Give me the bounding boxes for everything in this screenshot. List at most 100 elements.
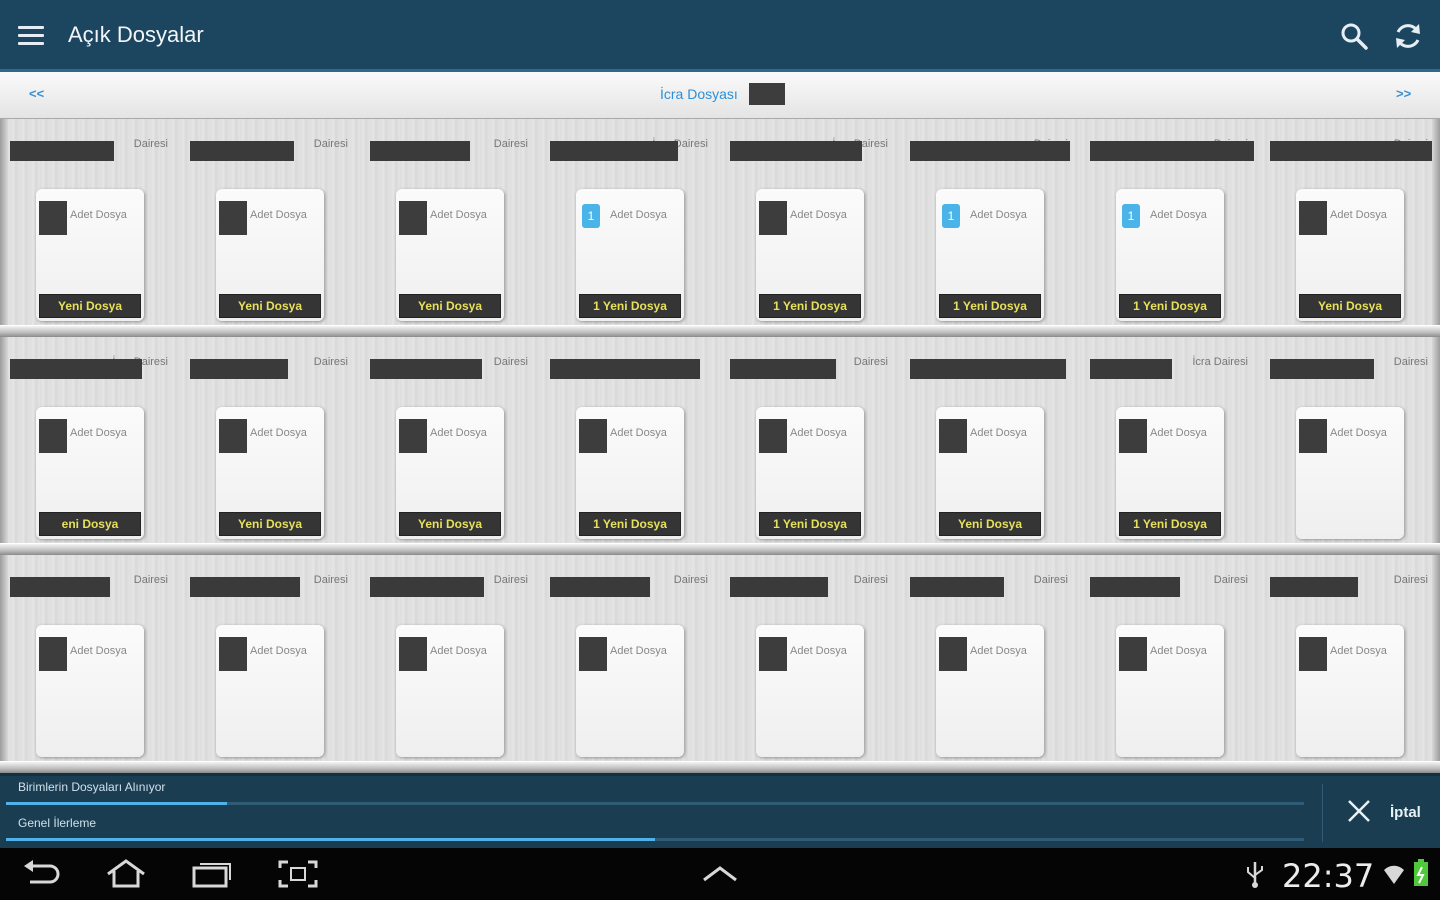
office-slot[interactable]: DairesiAdet DosyaYeni Dosya (1260, 119, 1440, 325)
folder-card[interactable]: Adet Dosya (1296, 625, 1404, 757)
chevron-up-icon[interactable] (698, 858, 742, 890)
refresh-icon[interactable] (1392, 20, 1424, 52)
previous-tab-button[interactable]: << (29, 86, 44, 101)
office-slot[interactable]: Dairesi Adet Dosya (1260, 337, 1440, 543)
folder-card[interactable]: Adet Dosya (36, 625, 144, 757)
battery-icon (1414, 859, 1428, 886)
screenshot-icon[interactable] (276, 858, 320, 890)
new-files-button[interactable]: 1 Yeni Dosya (1119, 294, 1221, 318)
office-slot[interactable]: Dairesi Adet Dosya (180, 555, 360, 761)
redacted-block (910, 141, 1070, 161)
office-slot[interactable]: DairesiAdet DosyaYeni Dosya (180, 119, 360, 325)
office-slot[interactable]: DairesiAdet DosyaYeni Dosya (0, 119, 180, 325)
office-slot[interactable]: Adet Dosya 1 Yeni Dosya (540, 337, 720, 543)
folder-card[interactable]: Adet Dosya Yeni Dosya (216, 189, 324, 321)
office-slot[interactable]: DairesiAdet DosyaYeni Dosya (180, 337, 360, 543)
new-files-button[interactable]: 1 Yeni Dosya (759, 294, 861, 318)
new-files-button[interactable]: 1 Yeni Dosya (759, 512, 861, 536)
redacted-block (910, 577, 1004, 597)
folder-card[interactable]: Adet Dosya (1296, 407, 1404, 539)
close-icon (1348, 800, 1370, 822)
folder-card[interactable]: Adet Dosya 1 Yeni Dosya (1116, 407, 1224, 539)
file-count-label: Adet Dosya (250, 209, 307, 221)
new-files-button[interactable]: eni Dosya (39, 512, 141, 536)
bookshelf: Dairesi Adet Dosya Yeni Dosya Dairesi Adet D… (0, 119, 1440, 773)
divider (1322, 784, 1323, 842)
new-files-button[interactable]: Yeni Dosya (219, 512, 321, 536)
cancel-button[interactable]: İptal (1340, 794, 1436, 830)
new-files-button[interactable]: Yeni Dosya (39, 294, 141, 318)
new-files-button[interactable]: Yeni Dosya (399, 294, 501, 318)
folder-card[interactable]: Adet Dosya Yeni Dosya (936, 407, 1044, 539)
new-files-button[interactable]: Yeni Dosya (399, 512, 501, 536)
new-files-button[interactable]: 1 Yeni Dosya (579, 294, 681, 318)
office-slot[interactable]: DairesiAdet DosyaYeni Dosya (360, 119, 540, 325)
new-files-button[interactable]: Yeni Dosya (939, 512, 1041, 536)
home-icon[interactable] (104, 858, 148, 890)
folder-card[interactable]: Adet Dosya eni Dosya (36, 407, 144, 539)
new-files-button[interactable]: 1 Yeni Dosya (1119, 512, 1221, 536)
file-count-label: Adet Dosya (430, 209, 487, 221)
next-tab-button[interactable]: >> (1396, 86, 1411, 101)
tab-title[interactable]: İcra Dosyası (660, 86, 738, 102)
file-count-label: Adet Dosya (430, 427, 487, 439)
folder-card[interactable]: Adet Dosya 1 Yeni Dosya (576, 407, 684, 539)
office-slot[interactable]: Dairesi Adet Dosya (720, 555, 900, 761)
recent-apps-icon[interactable] (190, 858, 234, 890)
office-slot[interactable]: Adet Dosya Yeni Dosya (900, 337, 1080, 543)
file-count-label: Adet Dosya (1330, 427, 1387, 439)
file-count-label: Adet Dosya (70, 209, 127, 221)
file-count-label: Adet Dosya (610, 209, 667, 221)
folder-card[interactable]: Adet Dosya (576, 625, 684, 757)
folder-card[interactable]: Adet Dosya Yeni Dosya (216, 407, 324, 539)
office-slot[interactable]: İcra DairesiAdet Dosyaeni Dosya (0, 337, 180, 543)
shelf-row: Dairesi Adet Dosya Dairesi Adet Dosya Daires… (0, 555, 1440, 773)
office-slot[interactable]: DairesiAdet DosyaYeni Dosya (360, 337, 540, 543)
office-slot[interactable]: Dairesi Adet Dosya (0, 555, 180, 761)
folder-card[interactable]: Adet Dosya 1 Yeni Dosya (756, 407, 864, 539)
new-files-button[interactable]: 1 Yeni Dosya (579, 512, 681, 536)
folder-card[interactable]: Adet Dosya (1116, 625, 1224, 757)
folder-card[interactable]: 1 Adet Dosya 1 Yeni Dosya (1116, 189, 1224, 321)
page-title: Açık Dosyalar (68, 22, 204, 47)
folder-card[interactable]: Adet Dosya (396, 625, 504, 757)
office-slot[interactable]: İcra DairesiAdet Dosya1 Yeni Dosya (720, 119, 900, 325)
office-slot[interactable]: Dairesi1Adet Dosya1 Yeni Dosya (1080, 119, 1260, 325)
office-slot[interactable]: İcra DairesiAdet Dosya1 Yeni Dosya (1080, 337, 1260, 543)
office-slot[interactable]: Dairesi Adet Dosya (900, 555, 1080, 761)
new-files-button[interactable]: Yeni Dosya (219, 294, 321, 318)
back-icon[interactable] (20, 858, 64, 890)
office-slot[interactable]: Dairesi Adet Dosya 1 Yeni Dosya (720, 337, 900, 543)
office-slot[interactable]: Dairesi Adet Dosya (360, 555, 540, 761)
redacted-block (1119, 419, 1147, 453)
office-slot[interactable]: Dairesi1Adet Dosya1 Yeni Dosya (900, 119, 1080, 325)
new-files-button[interactable]: Yeni Dosya (1299, 294, 1401, 318)
wifi-icon (1384, 865, 1404, 884)
folder-card[interactable]: Adet Dosya Yeni Dosya (396, 407, 504, 539)
redacted-block (730, 359, 836, 379)
folder-card[interactable]: Adet Dosya Yeni Dosya (396, 189, 504, 321)
file-count-label: Adet Dosya (790, 209, 847, 221)
file-count-label: Adet Dosya (1150, 209, 1207, 221)
clock: 22:37 (1282, 857, 1375, 895)
folder-card[interactable]: Adet Dosya (756, 625, 864, 757)
action-bar: Açık Dosyalar (0, 0, 1440, 72)
folder-card[interactable]: Adet Dosya Yeni Dosya (1296, 189, 1404, 321)
office-slot[interactable]: Dairesi Adet Dosya (540, 555, 720, 761)
redacted-block (190, 577, 300, 597)
redacted-block (939, 419, 967, 453)
menu-icon[interactable] (18, 26, 44, 48)
office-slot[interactable]: İcra Dairesi 1 Adet Dosya 1 Yeni Dosya (540, 119, 720, 325)
folder-card[interactable]: 1 Adet Dosya 1 Yeni Dosya (936, 189, 1044, 321)
redacted-block (759, 201, 787, 235)
folder-card[interactable]: Adet Dosya (216, 625, 324, 757)
search-icon[interactable] (1338, 20, 1370, 52)
folder-card[interactable]: Adet Dosya (936, 625, 1044, 757)
office-slot[interactable]: Dairesi Adet Dosya (1080, 555, 1260, 761)
office-slot[interactable]: Dairesi Adet Dosya (1260, 555, 1440, 761)
folder-card[interactable]: 1 Adet Dosya 1 Yeni Dosya (576, 189, 684, 321)
folder-card[interactable]: Adet Dosya Yeni Dosya (36, 189, 144, 321)
new-files-button[interactable]: 1 Yeni Dosya (939, 294, 1041, 318)
redacted-block (370, 359, 482, 379)
folder-card[interactable]: Adet Dosya 1 Yeni Dosya (756, 189, 864, 321)
